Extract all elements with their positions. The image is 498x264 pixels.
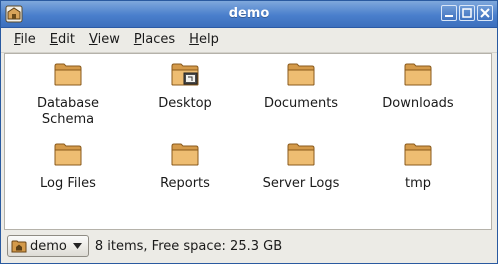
menu-mnemonic: E (49, 32, 58, 47)
item-label: tmp (404, 176, 431, 191)
item-label: Reports (160, 176, 210, 191)
folder-icon (404, 143, 432, 166)
status-info: 8 items, Free space: 25.3 GB (94, 238, 283, 254)
location-label: demo (30, 238, 67, 254)
home-folder-icon (11, 240, 27, 253)
menu-label: ile (20, 32, 36, 47)
folder-icon (404, 63, 432, 86)
status-bar: demo 8 items, Free space: 25.3 GB (4, 232, 494, 260)
item-label: Desktop (158, 96, 212, 111)
menu-mnemonic: H (189, 32, 199, 47)
item-label-line2: Schema (41, 112, 95, 127)
item-label: Documents (263, 96, 339, 111)
desktop-folder-icon (171, 63, 199, 86)
menu-mnemonic: P (133, 32, 142, 47)
menu-label: dit (58, 32, 75, 47)
item-label: Log Files (40, 176, 96, 191)
window-title: demo (228, 6, 270, 21)
folder-item-server-logs[interactable]: Server Logs (243, 138, 359, 192)
folder-item-documents[interactable]: Documents (243, 58, 359, 112)
dropdown-arrow-icon (72, 243, 82, 249)
folder-icon (54, 143, 82, 166)
menu-file[interactable]: File (7, 28, 43, 52)
folder-item-downloads[interactable]: Downloads (360, 58, 476, 112)
file-manager-window: demo File Edit View Places Help Database (0, 0, 498, 264)
folder-icon (54, 63, 82, 86)
menu-label: iew (97, 32, 120, 47)
menu-help[interactable]: Help (182, 28, 226, 52)
menu-label: elp (198, 32, 219, 47)
minimize-icon (445, 15, 453, 17)
location-button[interactable]: demo (7, 235, 89, 257)
item-label: Downloads (382, 96, 454, 111)
folder-icon (287, 63, 315, 86)
title-bar[interactable]: demo (1, 1, 497, 28)
item-label: Server Logs (262, 176, 340, 191)
folder-icon (171, 143, 199, 166)
menu-view[interactable]: View (82, 28, 127, 52)
folder-item-tmp[interactable]: tmp (360, 138, 476, 192)
folder-item-database-schema[interactable]: Database Schema (10, 58, 126, 128)
close-icon (480, 8, 490, 18)
item-label-line1: Database (36, 96, 100, 111)
menu-edit[interactable]: Edit (43, 28, 82, 52)
maximize-icon (462, 8, 472, 18)
menu-places[interactable]: Places (127, 28, 182, 52)
menu-bar: File Edit View Places Help (1, 28, 497, 53)
folder-item-desktop[interactable]: Desktop (127, 58, 243, 112)
folder-item-reports[interactable]: Reports (127, 138, 243, 192)
close-button[interactable] (477, 5, 493, 21)
minimize-button[interactable] (441, 5, 457, 21)
menu-label: laces (141, 32, 176, 47)
folder-icon (287, 143, 315, 166)
menu-mnemonic: V (88, 32, 98, 47)
folder-item-log-files[interactable]: Log Files (10, 138, 126, 192)
icon-view[interactable]: Database Schema Desktop Documents Downlo… (4, 53, 492, 230)
maximize-button[interactable] (459, 5, 475, 21)
